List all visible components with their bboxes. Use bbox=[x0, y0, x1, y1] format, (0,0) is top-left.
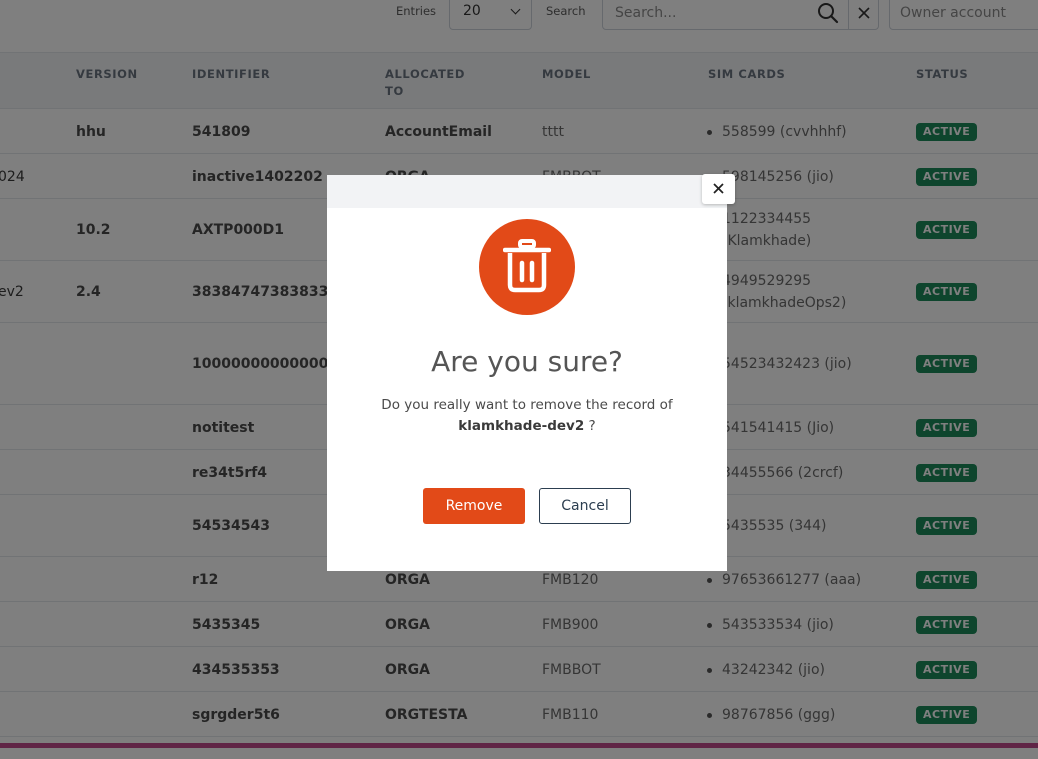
dialog-title: Are you sure? bbox=[431, 345, 623, 378]
trash-icon-circle bbox=[479, 219, 575, 315]
close-icon bbox=[713, 183, 724, 194]
trash-icon bbox=[503, 239, 551, 293]
dialog-header bbox=[327, 175, 727, 208]
dialog-message: Do you really want to remove the record … bbox=[327, 395, 727, 437]
dialog-question-mark: ? bbox=[584, 418, 596, 434]
remove-button[interactable]: Remove bbox=[423, 488, 525, 524]
cancel-button[interactable]: Cancel bbox=[539, 488, 631, 524]
dialog-message-text: Do you really want to remove the record … bbox=[381, 397, 673, 413]
dialog-record-name: klamkhade-dev2 bbox=[458, 418, 585, 434]
confirm-delete-dialog: Are you sure? Do you really want to remo… bbox=[327, 174, 735, 571]
dialog-close-button[interactable] bbox=[702, 174, 735, 204]
